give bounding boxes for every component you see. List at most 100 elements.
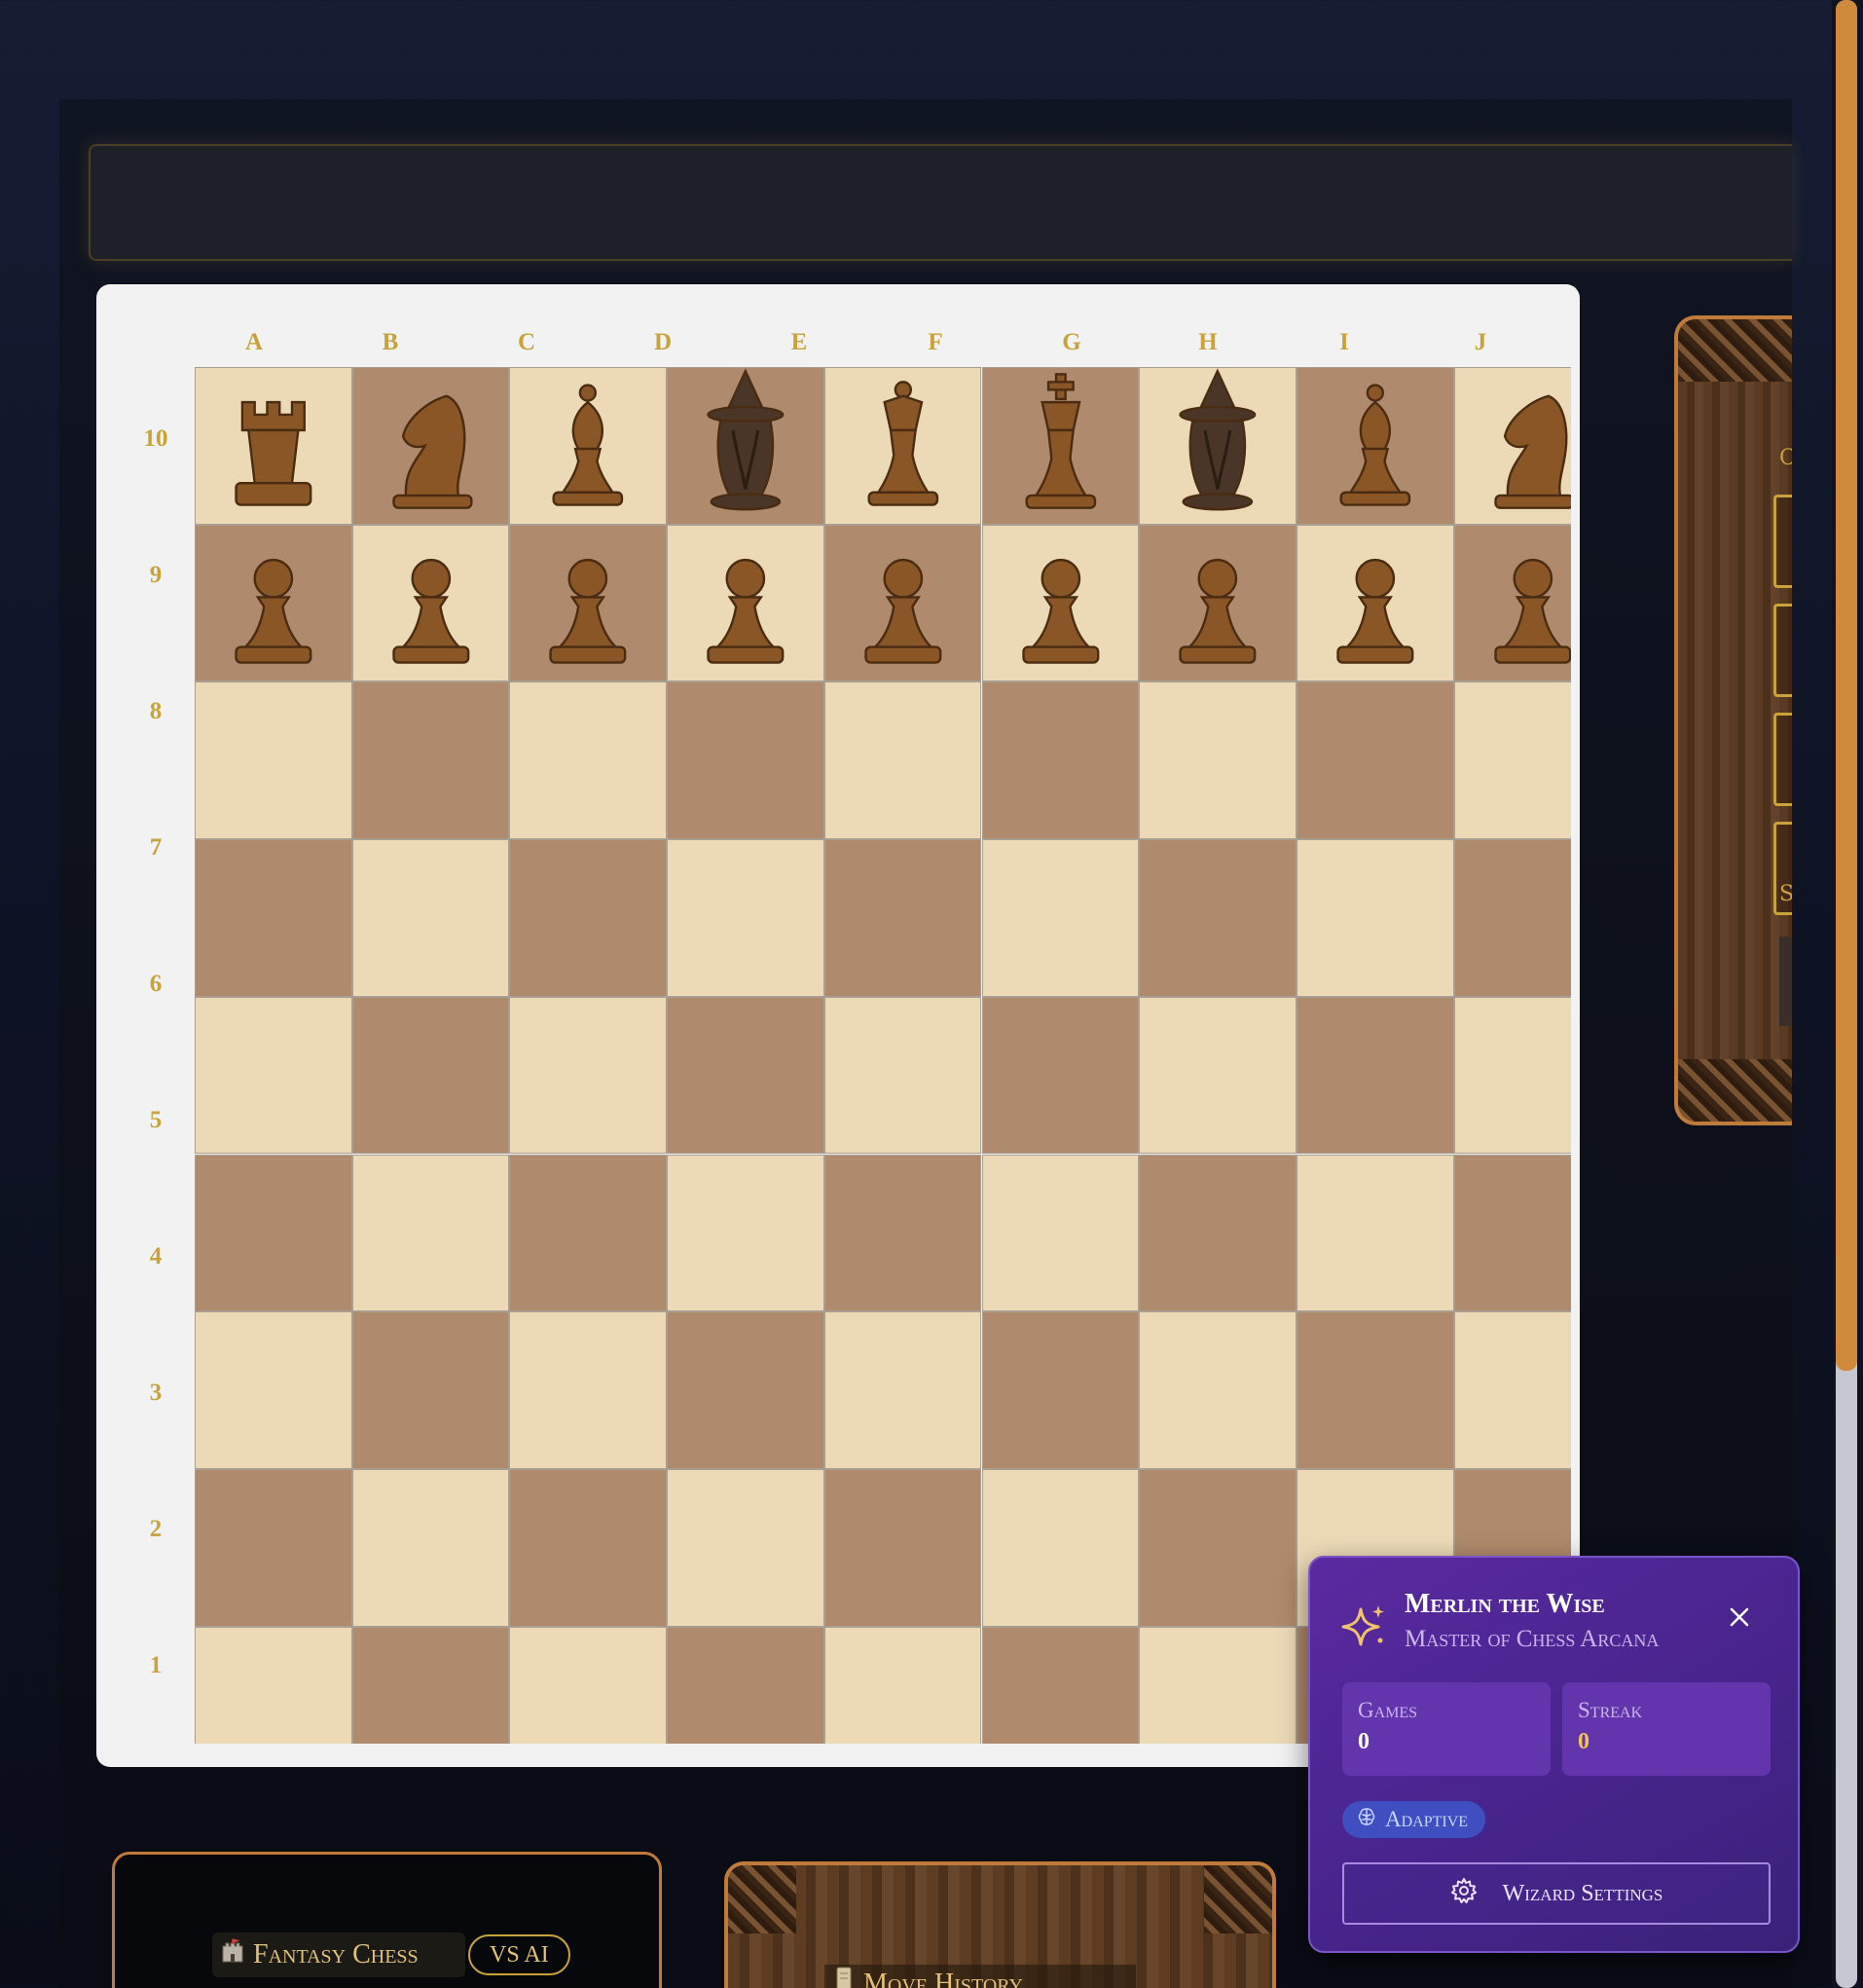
queen-piece[interactable]	[825, 368, 981, 524]
square-f5[interactable]	[981, 1154, 1140, 1312]
pawn-piece[interactable]	[983, 526, 1139, 681]
square-c5[interactable]	[509, 1154, 668, 1312]
pawn-piece[interactable]	[1297, 526, 1453, 681]
square-h10[interactable]	[1296, 367, 1454, 525]
square-f7[interactable]	[981, 839, 1140, 997]
square-g4[interactable]	[1139, 1311, 1297, 1469]
square-a9[interactable]	[195, 524, 352, 682]
square-e8[interactable]	[823, 681, 982, 840]
square-h8[interactable]	[1296, 681, 1454, 840]
square-b7[interactable]	[351, 839, 510, 997]
side-slot[interactable]	[1773, 495, 1792, 588]
square-c6[interactable]	[509, 996, 668, 1155]
square-e2[interactable]	[823, 1626, 982, 1744]
square-g8[interactable]	[1139, 681, 1297, 840]
bishop-piece[interactable]	[510, 368, 666, 524]
wizard-piece[interactable]	[1140, 368, 1296, 524]
square-f2[interactable]	[981, 1626, 1140, 1744]
square-c8[interactable]	[509, 681, 668, 840]
square-a2[interactable]	[195, 1626, 352, 1744]
pawn-piece[interactable]	[353, 526, 509, 681]
square-i8[interactable]	[1453, 681, 1571, 840]
pawn-piece[interactable]	[1140, 526, 1296, 681]
square-e9[interactable]	[823, 524, 982, 682]
square-g5[interactable]	[1139, 1154, 1297, 1312]
side-slot[interactable]	[1773, 604, 1792, 697]
square-e10[interactable]	[823, 367, 982, 525]
square-c2[interactable]	[509, 1626, 668, 1744]
pawn-piece[interactable]	[1455, 526, 1571, 681]
square-f8[interactable]	[981, 681, 1140, 840]
square-f3[interactable]	[981, 1468, 1140, 1627]
square-g7[interactable]	[1139, 839, 1297, 997]
square-e4[interactable]	[823, 1311, 982, 1469]
pawn-piece[interactable]	[510, 526, 666, 681]
square-b4[interactable]	[351, 1311, 510, 1469]
square-i10[interactable]	[1453, 367, 1571, 525]
square-i4[interactable]	[1453, 1311, 1571, 1469]
square-d10[interactable]	[667, 367, 824, 525]
square-a6[interactable]	[195, 996, 352, 1155]
square-d7[interactable]	[667, 839, 824, 997]
square-h4[interactable]	[1296, 1311, 1454, 1469]
square-g6[interactable]	[1139, 996, 1297, 1155]
square-i9[interactable]	[1453, 524, 1571, 682]
square-c4[interactable]	[509, 1311, 668, 1469]
square-c9[interactable]	[509, 524, 668, 682]
knight-piece[interactable]	[1455, 368, 1571, 524]
square-d6[interactable]	[667, 996, 824, 1155]
square-a7[interactable]	[195, 839, 352, 997]
square-e3[interactable]	[823, 1468, 982, 1627]
square-b9[interactable]	[351, 524, 510, 682]
square-e7[interactable]	[823, 839, 982, 997]
side-slot[interactable]	[1773, 713, 1792, 806]
square-g10[interactable]	[1139, 367, 1297, 525]
square-d3[interactable]	[667, 1468, 824, 1627]
square-d2[interactable]	[667, 1626, 824, 1744]
square-f6[interactable]	[981, 996, 1140, 1155]
square-g2[interactable]	[1139, 1626, 1297, 1744]
square-h9[interactable]	[1296, 524, 1454, 682]
side-panel-button[interactable]	[1779, 937, 1792, 1026]
square-g3[interactable]	[1139, 1468, 1297, 1627]
square-h5[interactable]	[1296, 1154, 1454, 1312]
square-h6[interactable]	[1296, 996, 1454, 1155]
square-i6[interactable]	[1453, 996, 1571, 1155]
square-a4[interactable]	[195, 1311, 352, 1469]
knight-piece[interactable]	[353, 368, 509, 524]
wizard-piece[interactable]	[668, 368, 823, 524]
difficulty-chip[interactable]: Adaptive	[1342, 1801, 1486, 1838]
square-a8[interactable]	[195, 681, 352, 840]
square-d5[interactable]	[667, 1154, 824, 1312]
square-c3[interactable]	[509, 1468, 668, 1627]
pawn-piece[interactable]	[196, 526, 351, 681]
square-d9[interactable]	[667, 524, 824, 682]
square-c10[interactable]	[509, 367, 668, 525]
square-a5[interactable]	[195, 1154, 352, 1312]
pawn-piece[interactable]	[825, 526, 981, 681]
square-b5[interactable]	[351, 1154, 510, 1312]
close-icon[interactable]	[1725, 1602, 1754, 1632]
square-b6[interactable]	[351, 996, 510, 1155]
square-h7[interactable]	[1296, 839, 1454, 997]
pawn-piece[interactable]	[668, 526, 823, 681]
king-piece[interactable]	[983, 368, 1139, 524]
square-b3[interactable]	[351, 1468, 510, 1627]
scrollbar-thumb[interactable]	[1836, 0, 1857, 1371]
square-i7[interactable]	[1453, 839, 1571, 997]
wizard-settings-button[interactable]: Wizard Settings	[1342, 1862, 1771, 1925]
square-i5[interactable]	[1453, 1154, 1571, 1312]
square-a3[interactable]	[195, 1468, 352, 1627]
square-d4[interactable]	[667, 1311, 824, 1469]
square-b8[interactable]	[351, 681, 510, 840]
square-e5[interactable]	[823, 1154, 982, 1312]
square-d8[interactable]	[667, 681, 824, 840]
square-a10[interactable]	[195, 367, 352, 525]
square-g9[interactable]	[1139, 524, 1297, 682]
square-c7[interactable]	[509, 839, 668, 997]
square-f10[interactable]	[981, 367, 1140, 525]
square-b2[interactable]	[351, 1626, 510, 1744]
square-f4[interactable]	[981, 1311, 1140, 1469]
square-e6[interactable]	[823, 996, 982, 1155]
bishop-piece[interactable]	[1297, 368, 1453, 524]
